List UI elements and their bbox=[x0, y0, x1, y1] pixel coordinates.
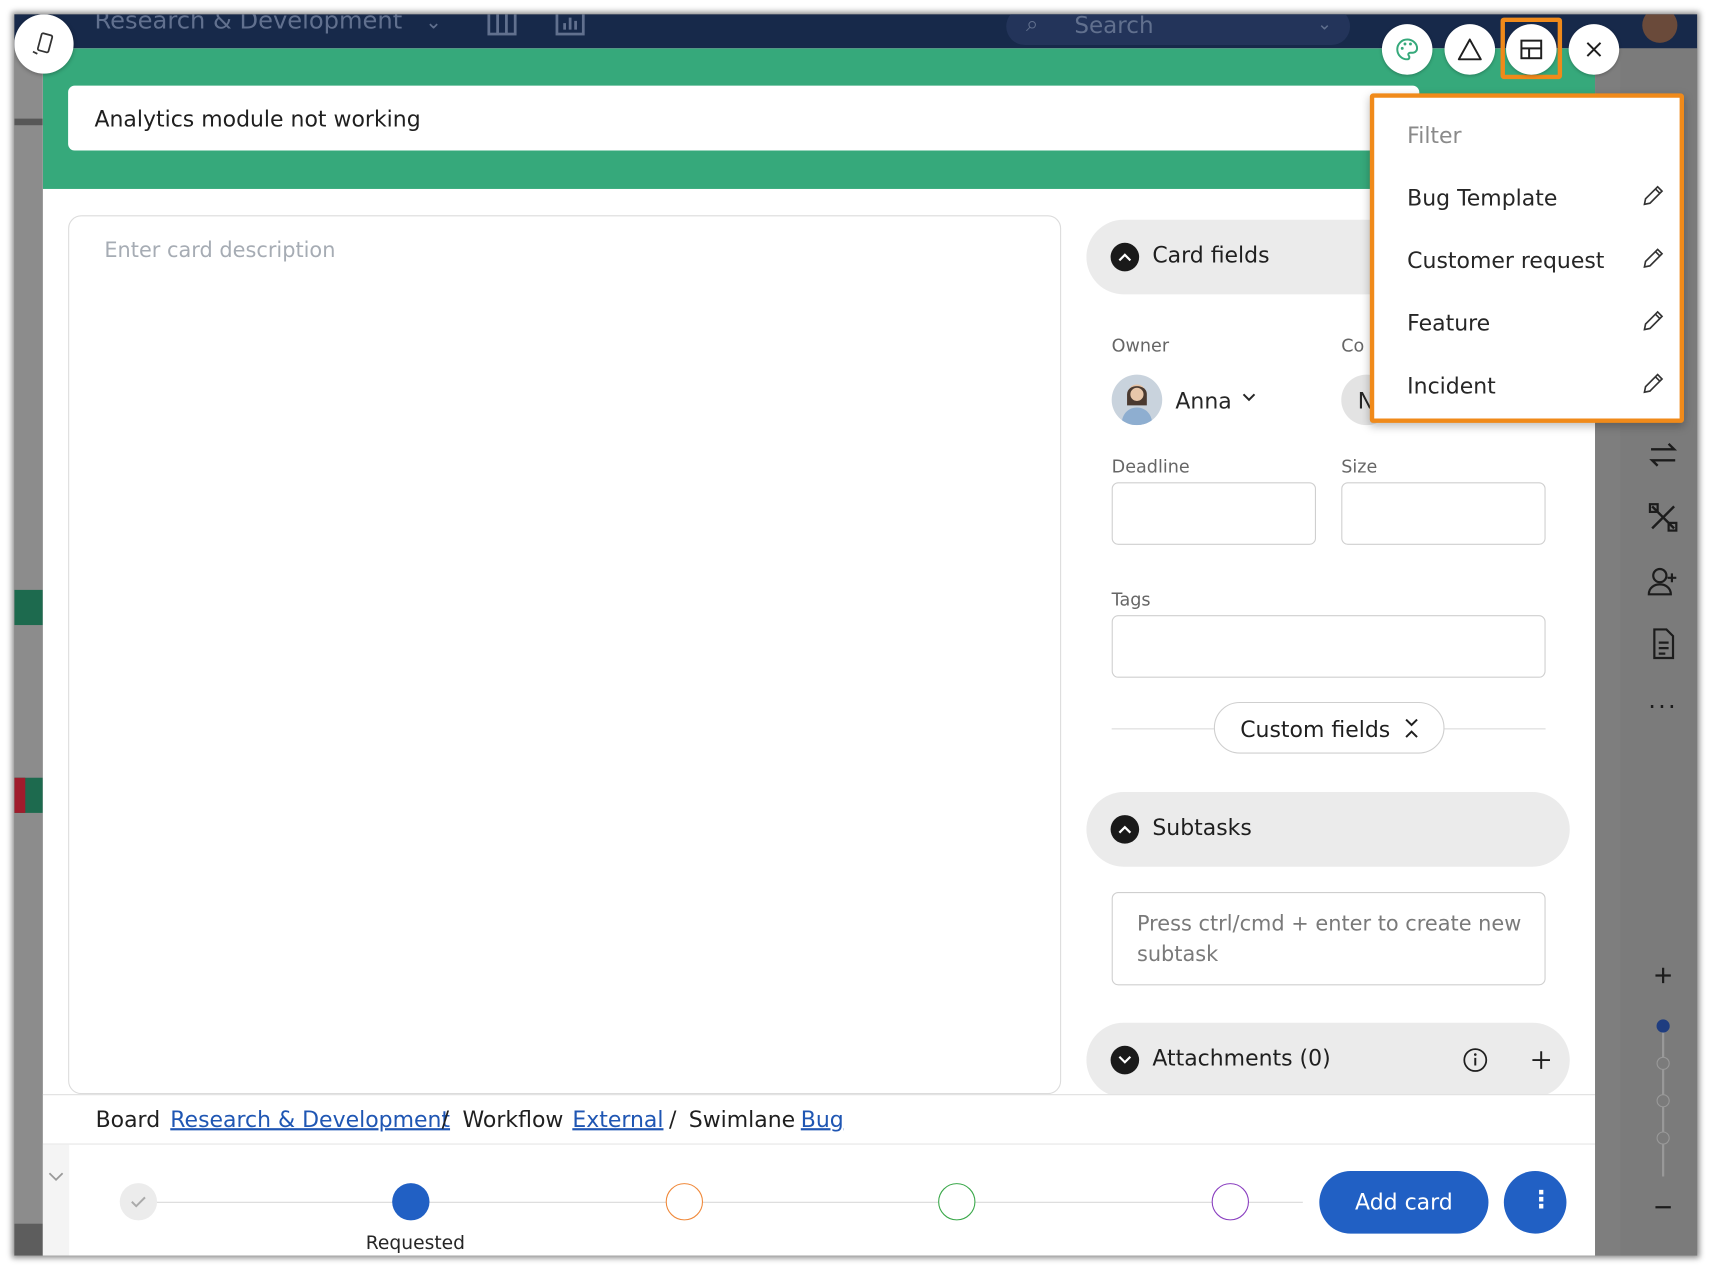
info-icon[interactable] bbox=[1462, 1047, 1488, 1078]
chevron-down-icon bbox=[47, 1167, 65, 1188]
warning-triangle-icon bbox=[1457, 38, 1482, 61]
stage-done[interactable] bbox=[119, 1183, 158, 1221]
tags-label: Tags bbox=[1111, 588, 1151, 610]
board-label: Board bbox=[95, 1106, 161, 1133]
template-item-feature[interactable]: Feature bbox=[1407, 310, 1490, 336]
tools-icon[interactable] bbox=[1647, 501, 1680, 534]
board-name: Research & Development bbox=[94, 14, 403, 36]
edit-pencil-icon[interactable] bbox=[1640, 245, 1666, 271]
expand-collapse-icon bbox=[1404, 717, 1419, 743]
tags-input[interactable] bbox=[1111, 615, 1546, 678]
search-placeholder: Search bbox=[1074, 14, 1154, 39]
chevron-down-icon: ⌄ bbox=[1317, 14, 1332, 35]
new-subtask-input[interactable]: Press ctrl/cmd + enter to create new sub… bbox=[1111, 891, 1546, 986]
screenshot-frame: Research & Development ⌄ ⌕ Search ⌄ ··· … bbox=[14, 14, 1698, 1256]
rotate-device-icon bbox=[30, 30, 59, 63]
zoom-level-indicator[interactable] bbox=[1656, 1019, 1670, 1033]
block-card-button[interactable] bbox=[1444, 24, 1496, 75]
document-icon[interactable] bbox=[1647, 627, 1680, 660]
zoom-out-icon[interactable] bbox=[1647, 1191, 1680, 1224]
search-field[interactable]: ⌕ Search ⌄ bbox=[1006, 14, 1351, 46]
collapse-panel-toggle[interactable] bbox=[42, 1144, 70, 1256]
card-color-button[interactable] bbox=[1381, 24, 1433, 75]
card-header: Analytics module not working bbox=[42, 48, 1596, 189]
owner-name: Anna bbox=[1175, 387, 1232, 415]
workflow-label: Workflow bbox=[462, 1106, 564, 1133]
owner-selector[interactable]: Anna bbox=[1111, 374, 1266, 426]
palette-icon bbox=[1396, 38, 1419, 61]
description-placeholder: Enter card description bbox=[104, 238, 336, 263]
board-view-icon[interactable] bbox=[487, 14, 520, 38]
breadcrumb: Board Research & Development / Workflow … bbox=[42, 1094, 1596, 1145]
edit-pencil-icon[interactable] bbox=[1640, 182, 1666, 208]
swimlane-link[interactable]: Bug bbox=[801, 1106, 844, 1132]
co-owner-label: Co bbox=[1341, 335, 1365, 356]
zoom-step bbox=[1656, 1094, 1670, 1108]
card-title: Analytics module not working bbox=[94, 105, 421, 132]
card-template-menu: Filter Bug Template Customer request Fea… bbox=[1369, 93, 1685, 423]
board-selector[interactable]: Research & Development ⌄ bbox=[94, 14, 441, 35]
kebab-menu-icon: ⋮ bbox=[1529, 1186, 1554, 1214]
mobile-view-button[interactable] bbox=[14, 14, 74, 74]
breadcrumb-separator: / bbox=[668, 1106, 677, 1133]
search-icon: ⌕ bbox=[1025, 14, 1039, 37]
zoom-step bbox=[1656, 1131, 1670, 1145]
stage-requested[interactable] bbox=[392, 1183, 430, 1221]
owner-label: Owner bbox=[1111, 335, 1170, 356]
chevron-down-icon bbox=[1110, 1045, 1140, 1075]
add-user-icon[interactable] bbox=[1647, 565, 1680, 598]
custom-fields-toggle[interactable]: Custom fields bbox=[1213, 701, 1445, 754]
subtask-placeholder: Press ctrl/cmd + enter to create new sub… bbox=[1136, 911, 1522, 967]
template-layout-icon bbox=[1520, 39, 1543, 60]
zoom-step bbox=[1656, 1056, 1670, 1070]
template-item-bug[interactable]: Bug Template bbox=[1407, 185, 1557, 211]
template-item-incident[interactable]: Incident bbox=[1407, 372, 1496, 398]
chevron-up-icon bbox=[1110, 815, 1140, 844]
workflow-link[interactable]: External bbox=[572, 1106, 663, 1132]
card-description-editor[interactable]: Enter card description bbox=[68, 215, 1062, 1095]
owner-avatar bbox=[1111, 374, 1163, 426]
deadline-label: Deadline bbox=[1111, 455, 1190, 477]
zoom-in-icon[interactable] bbox=[1647, 959, 1680, 992]
analytics-icon[interactable] bbox=[555, 14, 588, 38]
edit-pencil-icon[interactable] bbox=[1640, 370, 1666, 396]
stage-archived[interactable] bbox=[1211, 1183, 1249, 1221]
template-filter-input[interactable]: Filter bbox=[1407, 122, 1461, 148]
current-stage-label: Requested bbox=[365, 1232, 466, 1255]
board-link[interactable]: Research & Development bbox=[170, 1106, 450, 1132]
stage-progress-bar: Requested Add card ⋮ bbox=[42, 1144, 1596, 1256]
chevron-up-icon bbox=[1110, 242, 1140, 272]
size-input[interactable] bbox=[1341, 482, 1546, 545]
add-card-button[interactable]: Add card bbox=[1319, 1171, 1489, 1234]
stage-line bbox=[138, 1201, 1303, 1203]
swimlane-label: Swimlane bbox=[688, 1106, 796, 1133]
stage-in-progress[interactable] bbox=[665, 1183, 704, 1221]
subtasks-label: Subtasks bbox=[1152, 813, 1252, 841]
card-details-modal: Analytics module not working Enter card … bbox=[42, 48, 1596, 1256]
breadcrumb-separator: / bbox=[441, 1106, 450, 1133]
custom-fields-label: Custom fields bbox=[1240, 716, 1391, 743]
subtasks-section-header[interactable]: Subtasks bbox=[1086, 792, 1570, 867]
card-template-button[interactable] bbox=[1506, 24, 1557, 75]
user-avatar[interactable] bbox=[1642, 14, 1678, 43]
card-title-field[interactable]: Analytics module not working bbox=[68, 85, 1420, 151]
card-fields-label: Card fields bbox=[1152, 241, 1270, 269]
more-actions-button[interactable]: ⋮ bbox=[1503, 1171, 1567, 1234]
stage-completed[interactable] bbox=[938, 1183, 976, 1221]
swap-icon[interactable] bbox=[1647, 438, 1680, 471]
size-label: Size bbox=[1341, 455, 1378, 477]
edit-pencil-icon[interactable] bbox=[1640, 308, 1666, 334]
deadline-input[interactable] bbox=[1111, 482, 1317, 545]
chevron-down-icon: ⌄ bbox=[425, 14, 442, 35]
more-options-icon[interactable]: ··· bbox=[1647, 694, 1680, 727]
underlying-board-strip bbox=[14, 48, 43, 1256]
attachments-section-header[interactable]: Attachments (0) bbox=[1086, 1022, 1570, 1098]
template-item-customer-request[interactable]: Customer request bbox=[1407, 247, 1604, 273]
add-attachment-icon[interactable] bbox=[1528, 1047, 1554, 1078]
chevron-down-icon bbox=[1241, 388, 1256, 409]
close-button[interactable] bbox=[1568, 24, 1620, 75]
close-icon bbox=[1586, 42, 1602, 57]
attachments-label: Attachments (0) bbox=[1152, 1044, 1331, 1072]
